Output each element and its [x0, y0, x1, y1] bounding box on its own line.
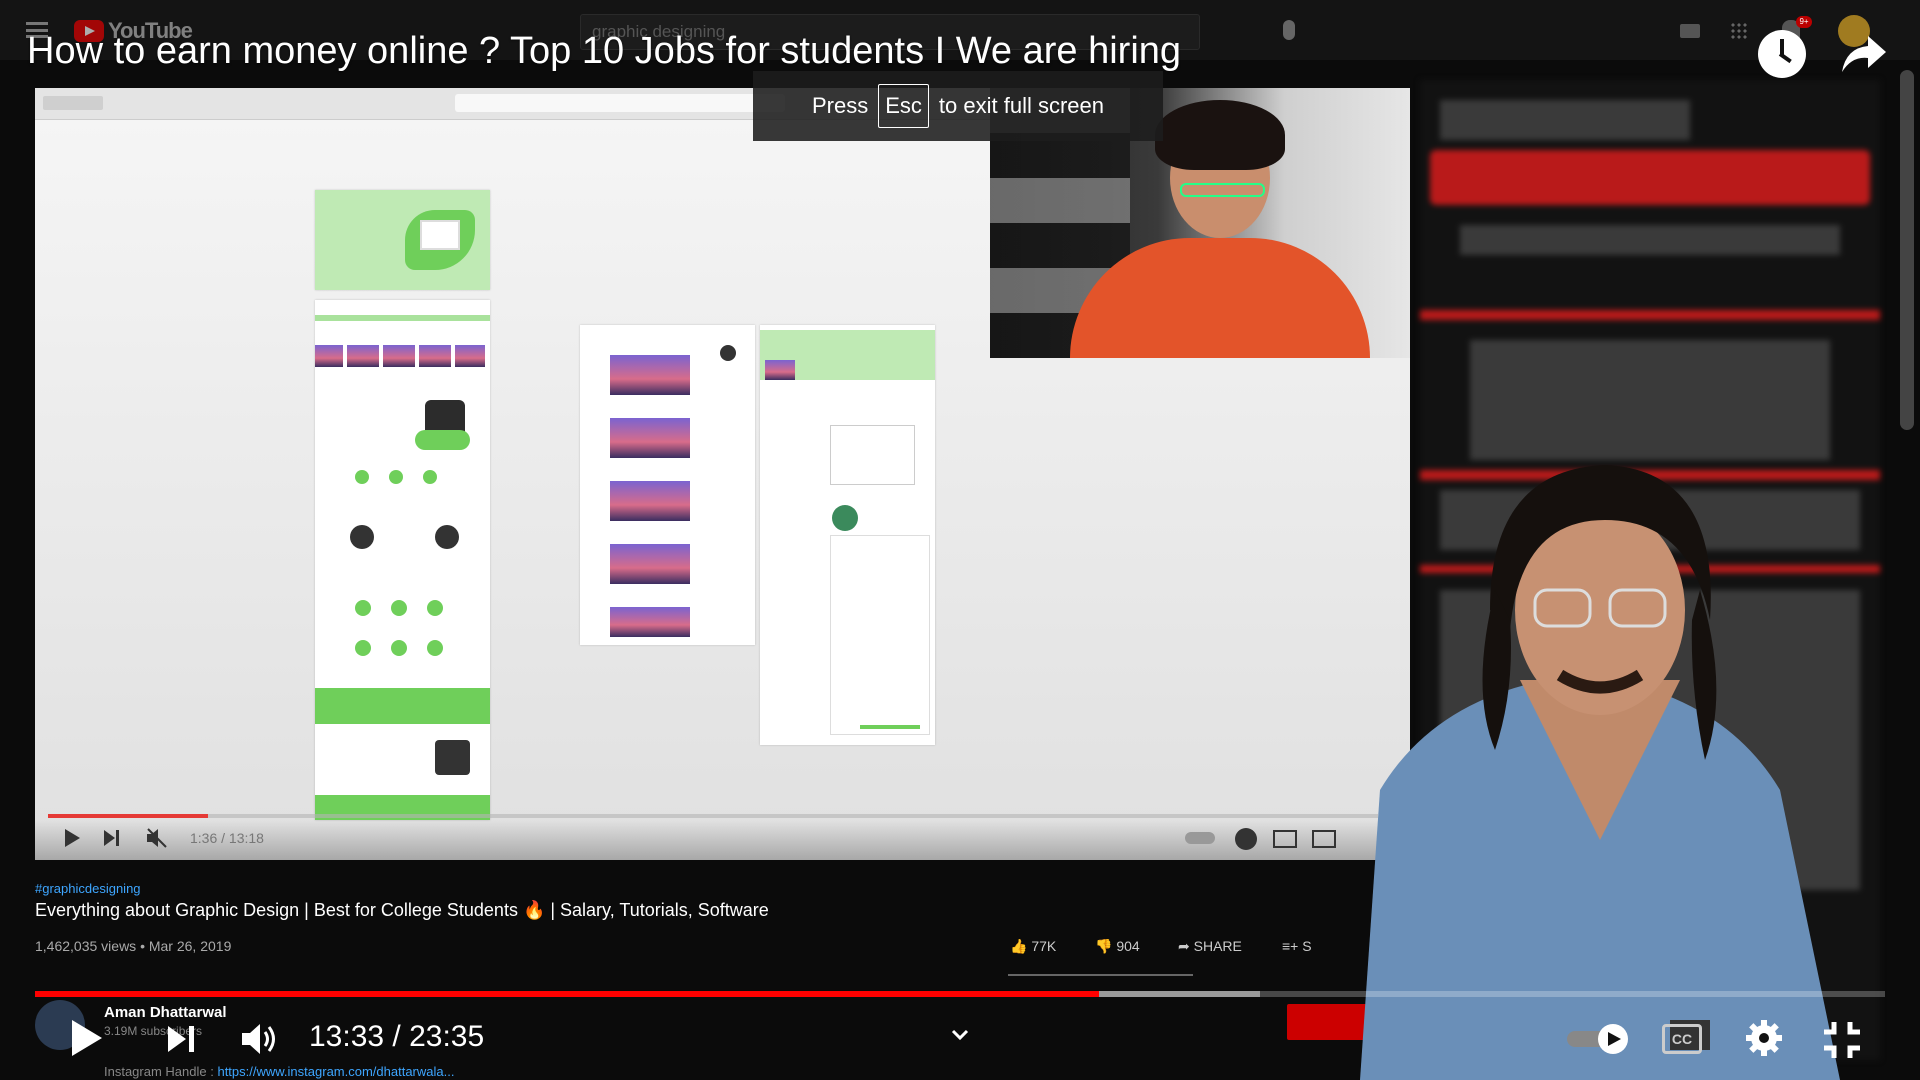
share-label: SHARE: [1193, 938, 1242, 954]
page-scrollbar[interactable]: [1900, 70, 1914, 430]
like-button[interactable]: 👍 77K: [1010, 938, 1056, 955]
autoplay-toggle[interactable]: [1565, 1022, 1631, 1056]
embedded-progress-bar[interactable]: [48, 814, 1378, 818]
play-button[interactable]: [72, 1020, 102, 1056]
fullscreen-video-title[interactable]: How to earn money online ? Top 10 Jobs f…: [27, 30, 1181, 73]
dislike-button[interactable]: 👎 904: [1095, 938, 1140, 955]
embedded-video-title: Everything about Graphic Design | Best f…: [35, 900, 769, 920]
webcam-person-hair: [1155, 100, 1285, 170]
microphone-icon[interactable]: [1283, 20, 1295, 40]
instagram-link[interactable]: https://www.instagram.com/dhattarwala...: [217, 1064, 454, 1079]
save-label: S: [1302, 938, 1312, 954]
artboard-web-2: [315, 300, 490, 820]
embedded-muted-icon[interactable]: [145, 826, 169, 850]
playlist-add-icon: ≡+: [1282, 938, 1303, 954]
esc-hint-prefix: Press: [811, 93, 869, 118]
volume-icon[interactable]: [240, 1022, 280, 1056]
thumbs-up-icon: 👍: [1010, 938, 1032, 954]
embedded-controls: 1:36 / 13:18: [35, 820, 1410, 860]
closed-captions-button[interactable]: CC: [1662, 1024, 1702, 1054]
channel-name[interactable]: Aman Dhattarwal: [104, 1004, 227, 1021]
embedded-autoplay-toggle[interactable]: [1185, 832, 1215, 844]
dislike-count: 904: [1116, 938, 1140, 954]
settings-gear-icon[interactable]: [1744, 1018, 1784, 1058]
chevron-down-icon[interactable]: [950, 1025, 970, 1045]
time-display: 13:33 / 23:35: [309, 1020, 485, 1053]
share-arrow-icon: ➦: [1178, 938, 1194, 954]
main-progress-played: [35, 991, 1099, 997]
esc-hint-suffix: to exit full screen: [938, 93, 1104, 118]
instagram-label: Instagram Handle :: [104, 1064, 214, 1079]
create-video-icon[interactable]: [1680, 24, 1700, 38]
thumbs-down-icon: 👎: [1095, 938, 1117, 954]
recorded-address-bar: [455, 94, 785, 112]
description-instagram: Instagram Handle : https://www.instagram…: [104, 1064, 454, 1079]
notification-badge: 9+: [1796, 16, 1812, 28]
esc-key-label: Esc: [878, 84, 929, 128]
embedded-next-icon[interactable]: [103, 828, 121, 848]
embedded-progress-fill: [48, 814, 208, 818]
exit-fullscreen-hint: Press Esc to exit full screen: [753, 71, 1163, 141]
like-ratio-bar: [1008, 974, 1193, 976]
save-button[interactable]: ≡+ S: [1282, 938, 1312, 954]
exit-fullscreen-icon[interactable]: [1822, 1020, 1862, 1060]
like-count: 77K: [1031, 938, 1057, 954]
presenter-video-overlay: [1360, 465, 1840, 1080]
share-button[interactable]: ➦ SHARE: [1178, 938, 1242, 955]
embedded-time: 1:36 / 13:18: [190, 830, 264, 846]
artboard-web-4: [760, 325, 935, 745]
artboard-web-1: [315, 190, 490, 290]
webcam-person-glasses: [1180, 183, 1265, 197]
recorded-tabs: [43, 96, 103, 110]
artboard-web-3: [580, 325, 755, 645]
embedded-play-icon[interactable]: [63, 828, 81, 848]
video-hashtag[interactable]: #graphicdesigning: [35, 881, 141, 896]
embedded-miniplayer-icon[interactable]: [1273, 830, 1297, 848]
embedded-settings-icon[interactable]: [1235, 828, 1257, 850]
views-and-date: 1,462,035 views • Mar 26, 2019: [35, 938, 232, 954]
next-video-icon[interactable]: [166, 1024, 196, 1054]
apps-grid-icon[interactable]: [1730, 22, 1748, 40]
share-arrow-icon[interactable]: [1838, 32, 1888, 76]
watch-later-clock-icon[interactable]: [1758, 30, 1806, 78]
